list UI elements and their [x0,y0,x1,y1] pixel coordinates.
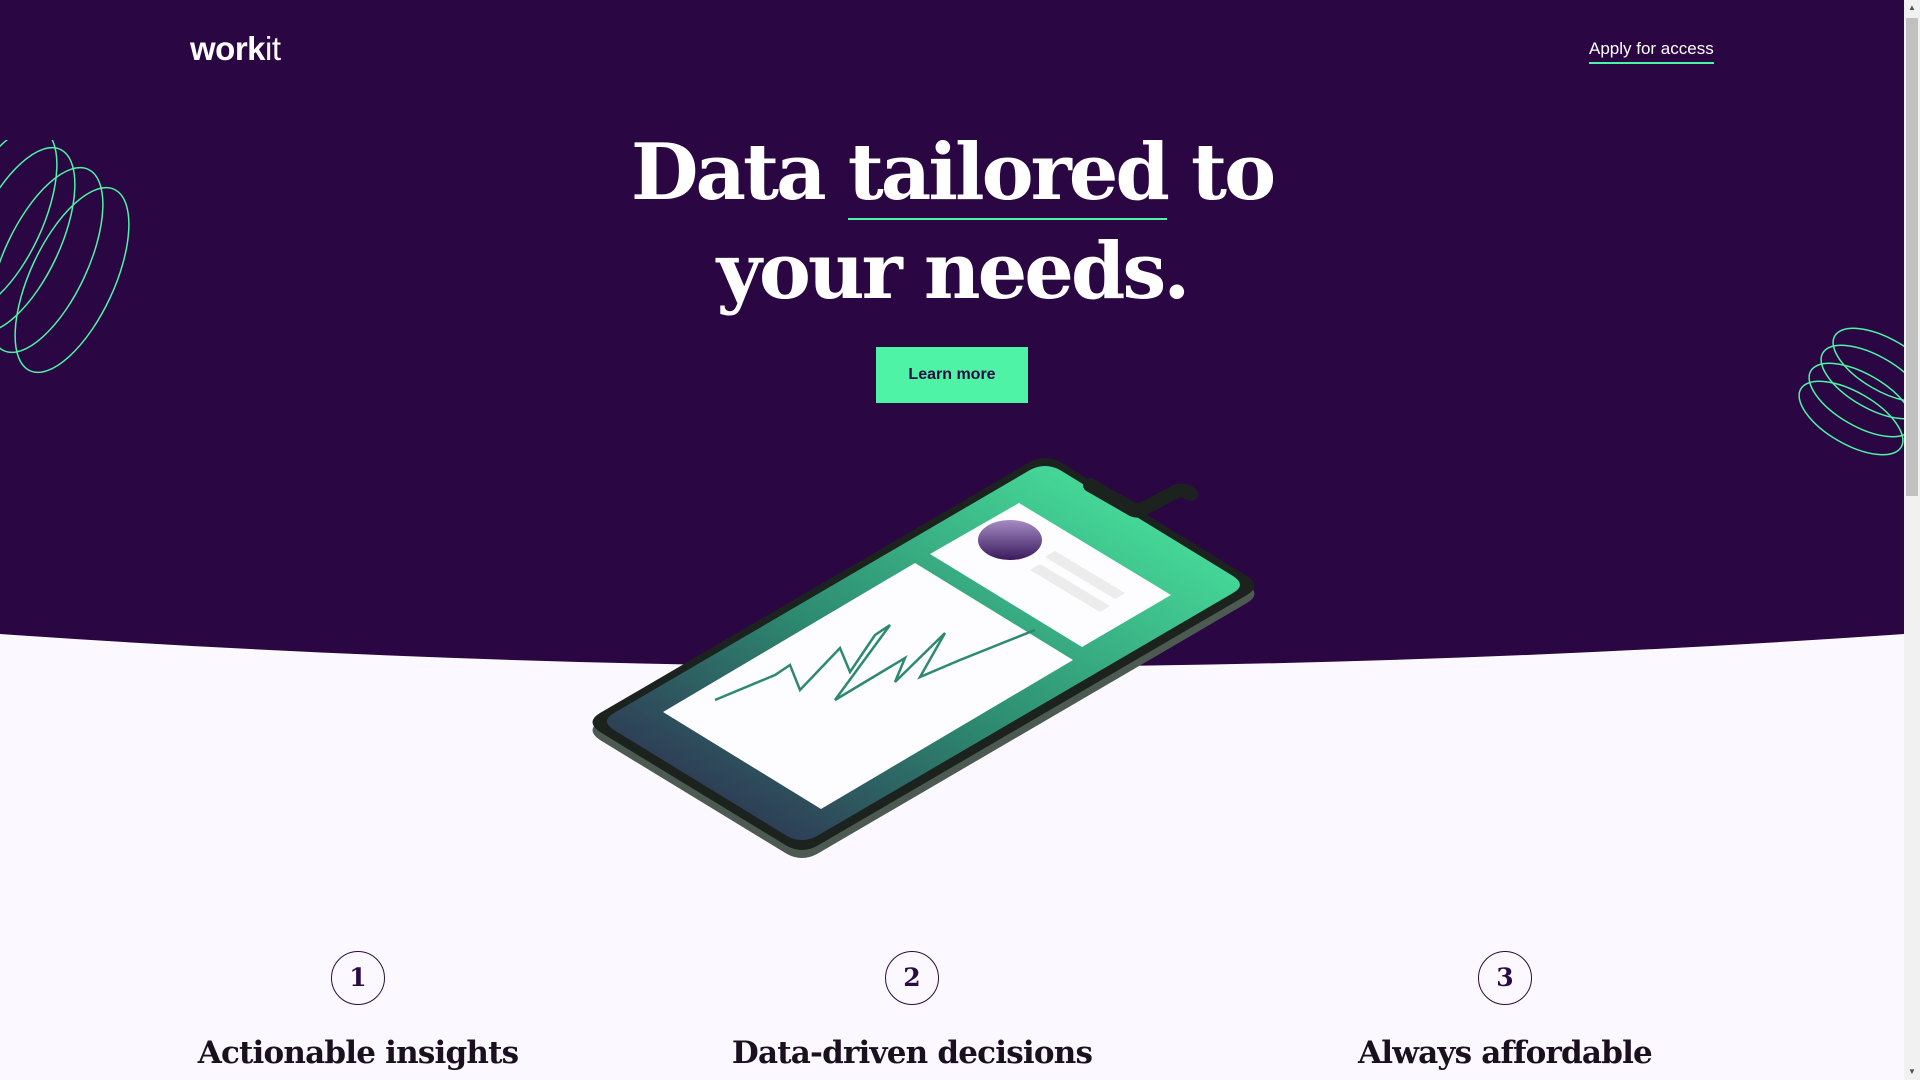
hero-headline: Data tailored to your needs. [552,123,1352,321]
headline-word-data: Data [630,127,848,218]
feature-always-affordable: 3 Always affordable [1275,951,1735,1071]
logo-text-it: it [265,30,281,67]
arrow-up-icon[interactable]: ▲ [1904,0,1920,16]
headline-line1-end: to [1166,127,1276,218]
workit-logo[interactable]: workit [190,30,281,68]
learn-more-button[interactable]: Learn more [876,347,1028,403]
site-header: workit Apply for access [0,0,1904,110]
vertical-scrollbar[interactable]: ▲ ▼ [1904,0,1920,1080]
feature-data-driven-decisions: 2 Data-driven decisions [682,951,1142,1071]
feature-title: Data-driven decisions [731,1035,1093,1071]
feature-title: Always affordable [1358,1035,1653,1071]
headline-line2: your needs. [716,226,1191,317]
feature-actionable-insights: 1 Actionable insights [128,951,588,1071]
feature-title: Actionable insights [197,1035,519,1071]
spiral-decoration-left [0,140,130,374]
feature-number-badge: 1 [331,951,385,1005]
feature-number-badge: 3 [1478,951,1532,1005]
feature-number-badge: 2 [885,951,939,1005]
phone-body [592,458,1255,858]
smartphone-mockup-image [592,458,1255,858]
landing-page: workit Apply for access Data tailored to… [0,0,1904,1080]
headline-accent-word: tailored [847,127,1170,220]
scrollbar-thumb[interactable] [1906,18,1918,496]
spiral-decoration-right [1798,327,1904,456]
arrow-down-icon[interactable]: ▼ [1904,1064,1920,1080]
apply-for-access-link[interactable]: Apply for access [1589,39,1714,64]
logo-text-work: work [190,30,266,67]
